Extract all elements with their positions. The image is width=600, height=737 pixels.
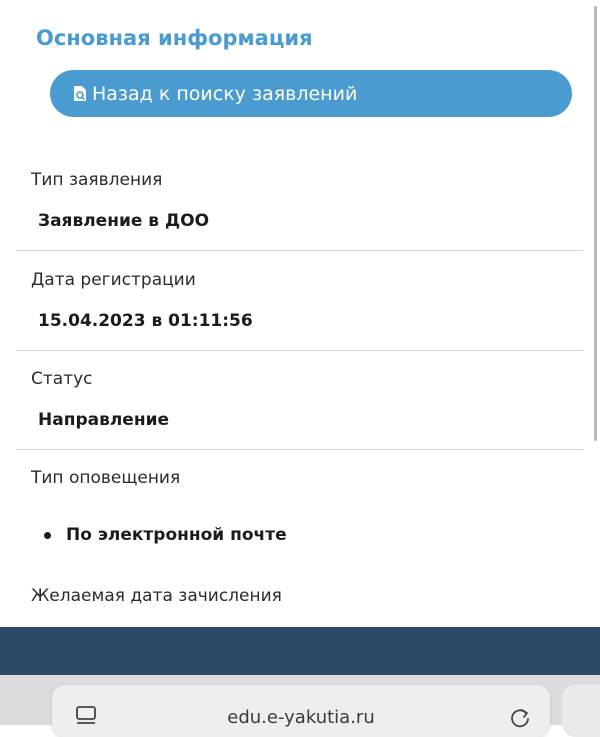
back-to-search-label: Назад к поиску заявлений xyxy=(92,82,358,105)
field-value-registration-date: 15.04.2023 в 01:11:56 xyxy=(38,311,253,331)
field-value-status: Направление xyxy=(38,410,170,430)
address-bar[interactable]: edu.e-yakutia.ru xyxy=(52,685,550,737)
bullet-icon xyxy=(44,531,51,539)
field-label-status: Статус xyxy=(31,369,93,389)
reload-icon[interactable] xyxy=(508,705,532,731)
field-label-notification-type: Тип оповещения xyxy=(31,468,181,488)
application-details: Основная информация Назад к поиску заявл… xyxy=(0,0,600,627)
adjacent-tab[interactable] xyxy=(562,685,600,737)
divider xyxy=(16,350,583,351)
scrollbar[interactable] xyxy=(594,6,597,441)
back-to-search-button[interactable]: Назад к поиску заявлений xyxy=(50,70,572,117)
notification-type-value: По электронной почте xyxy=(66,525,287,545)
field-label-application-type: Тип заявления xyxy=(31,170,163,190)
page-title: Основная информация xyxy=(36,26,313,50)
divider xyxy=(16,449,583,450)
field-value-application-type: Заявление в ДОО xyxy=(38,211,210,231)
page-footer xyxy=(0,627,600,675)
divider xyxy=(16,250,583,251)
field-label-registration-date: Дата регистрации xyxy=(31,270,196,290)
browser-toolbar: edu.e-yakutia.ru xyxy=(0,675,600,737)
field-label-desired-date: Желаемая дата зачисления xyxy=(31,586,282,606)
search-document-icon xyxy=(72,85,88,102)
list-item: По электронной почте xyxy=(44,525,287,545)
